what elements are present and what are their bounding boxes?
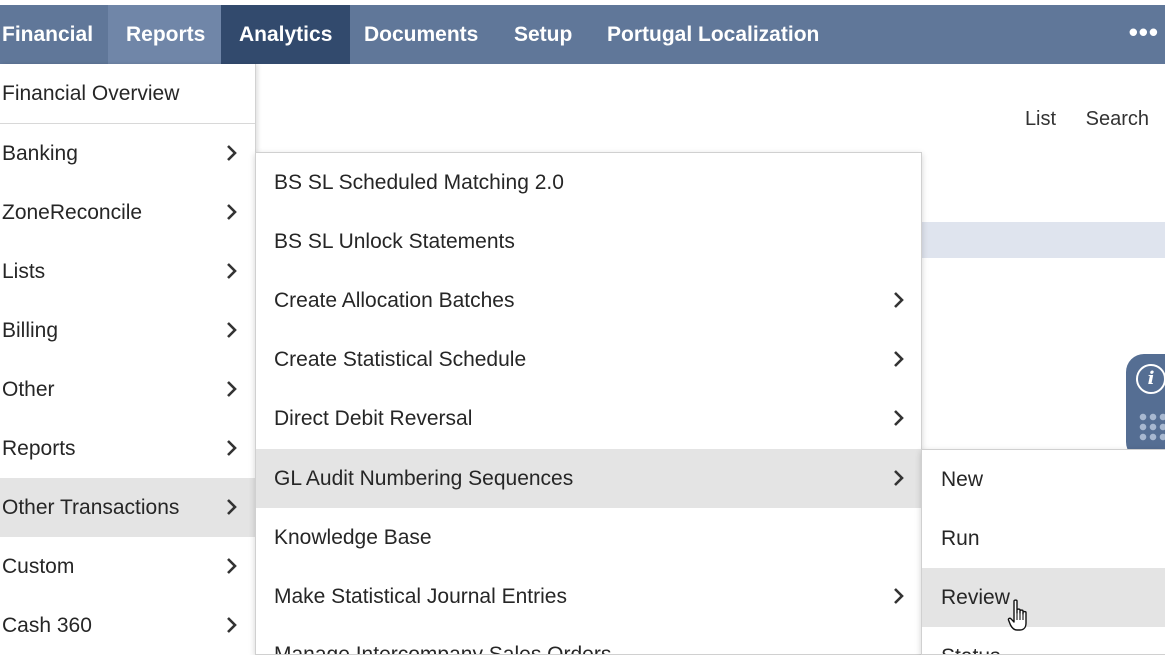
submenu-item-label: Manage Intercompany Sales Orders xyxy=(274,643,612,655)
submenu-item-create-allocation-batches[interactable]: Create Allocation Batches xyxy=(256,271,921,330)
submenu-item-direct-debit-reversal[interactable]: Direct Debit Reversal xyxy=(256,389,921,448)
menu-item-other[interactable]: Other xyxy=(0,360,255,419)
menu-item-other-transactions[interactable]: Other Transactions xyxy=(0,478,255,537)
chevron-right-icon xyxy=(894,351,904,367)
hand-pointer-cursor-icon xyxy=(1007,599,1027,631)
nav-tab-documents[interactable]: Documents xyxy=(364,5,478,64)
submenu-item-status[interactable]: Status xyxy=(922,627,1165,654)
other-transactions-submenu: BS SL Scheduled Matching 2.0 BS SL Unloc… xyxy=(255,152,922,655)
chevron-right-icon xyxy=(894,410,904,426)
gl-audit-numbering-submenu: New Run Review Status xyxy=(921,449,1165,655)
chevron-right-icon xyxy=(894,292,904,308)
nav-tab-portugal-localization[interactable]: Portugal Localization xyxy=(607,5,819,64)
submenu-item-create-statistical-schedule[interactable]: Create Statistical Schedule xyxy=(256,330,921,389)
page-header-links: List Search xyxy=(1001,108,1149,131)
chevron-right-icon xyxy=(894,470,904,486)
submenu-item-run[interactable]: Run xyxy=(922,509,1165,568)
menu-item-banking[interactable]: Banking xyxy=(0,124,255,183)
help-widget[interactable]: i xyxy=(1126,354,1165,460)
menu-item-label: Other Transactions xyxy=(2,496,180,519)
chevron-right-icon xyxy=(894,588,904,604)
nav-tab-financial[interactable]: Financial xyxy=(2,5,93,64)
menu-item-label: Custom xyxy=(2,555,75,578)
menu-item-lists[interactable]: Lists xyxy=(0,242,255,301)
chevron-right-icon xyxy=(227,617,237,633)
menu-item-label: Billing xyxy=(2,319,59,342)
menu-item-cash-360[interactable]: Cash 360 xyxy=(0,596,255,655)
chevron-right-icon xyxy=(227,381,237,397)
chevron-right-icon xyxy=(227,440,237,456)
chevron-right-icon xyxy=(227,263,237,279)
submenu-item-knowledge-base[interactable]: Knowledge Base xyxy=(256,508,921,567)
nav-tab-analytics[interactable]: Analytics xyxy=(221,5,351,64)
submenu-item-make-statistical-journal-entries[interactable]: Make Statistical Journal Entries xyxy=(256,567,921,626)
more-menu-icon[interactable]: ••• xyxy=(1129,5,1159,64)
submenu-item-label: GL Audit Numbering Sequences xyxy=(274,467,574,490)
chevron-right-icon xyxy=(227,145,237,161)
info-icon[interactable]: i xyxy=(1136,364,1165,394)
submenu-item-label: Create Allocation Batches xyxy=(274,289,515,312)
chevron-right-icon xyxy=(227,204,237,220)
menu-item-label: Lists xyxy=(2,260,46,283)
submenu-item-bs-sl-unlock-statements[interactable]: BS SL Unlock Statements xyxy=(256,212,921,271)
menu-item-reports[interactable]: Reports xyxy=(0,419,255,478)
menu-item-label: Banking xyxy=(2,142,78,165)
financial-menu: Financial Overview Banking ZoneReconcile… xyxy=(0,64,256,655)
chevron-right-icon xyxy=(227,322,237,338)
submenu-item-label: Create Statistical Schedule xyxy=(274,348,527,371)
submenu-item-gl-audit-numbering-sequences[interactable]: GL Audit Numbering Sequences xyxy=(256,449,921,508)
list-link[interactable]: List xyxy=(1025,108,1056,130)
menu-item-label: Reports xyxy=(2,437,76,460)
submenu-item-label: BS SL Unlock Statements xyxy=(274,230,515,253)
nav-tab-reports[interactable]: Reports xyxy=(108,5,224,64)
menu-item-label: Other xyxy=(2,378,55,401)
search-link[interactable]: Search xyxy=(1086,108,1149,130)
page-content-strip xyxy=(920,222,1165,258)
top-navigation-bar: Financial Reports Analytics Documents Se… xyxy=(0,5,1165,64)
submenu-item-review[interactable]: Review xyxy=(922,568,1165,627)
submenu-item-label: BS SL Scheduled Matching 2.0 xyxy=(274,171,564,194)
submenu-item-new[interactable]: New xyxy=(922,450,1165,509)
menu-item-custom[interactable]: Custom xyxy=(0,537,255,596)
grid-dots-icon xyxy=(1138,412,1165,442)
chevron-right-icon xyxy=(227,558,237,574)
submenu-item-manage-intercompany-sales-orders[interactable]: Manage Intercompany Sales Orders xyxy=(256,625,921,655)
chevron-right-icon xyxy=(227,499,237,515)
submenu-item-label: Knowledge Base xyxy=(274,526,432,549)
menu-item-zonereconcile[interactable]: ZoneReconcile xyxy=(0,183,255,242)
submenu-item-bs-sl-scheduled-matching[interactable]: BS SL Scheduled Matching 2.0 xyxy=(256,153,921,212)
menu-item-label: ZoneReconcile xyxy=(2,201,143,224)
submenu-item-label: Direct Debit Reversal xyxy=(274,407,473,430)
menu-item-label: Cash 360 xyxy=(2,614,92,637)
submenu-item-label: Make Statistical Journal Entries xyxy=(274,585,567,608)
menu-item-financial-overview[interactable]: Financial Overview xyxy=(0,64,255,124)
nav-tab-setup[interactable]: Setup xyxy=(514,5,572,64)
menu-item-billing[interactable]: Billing xyxy=(0,301,255,360)
